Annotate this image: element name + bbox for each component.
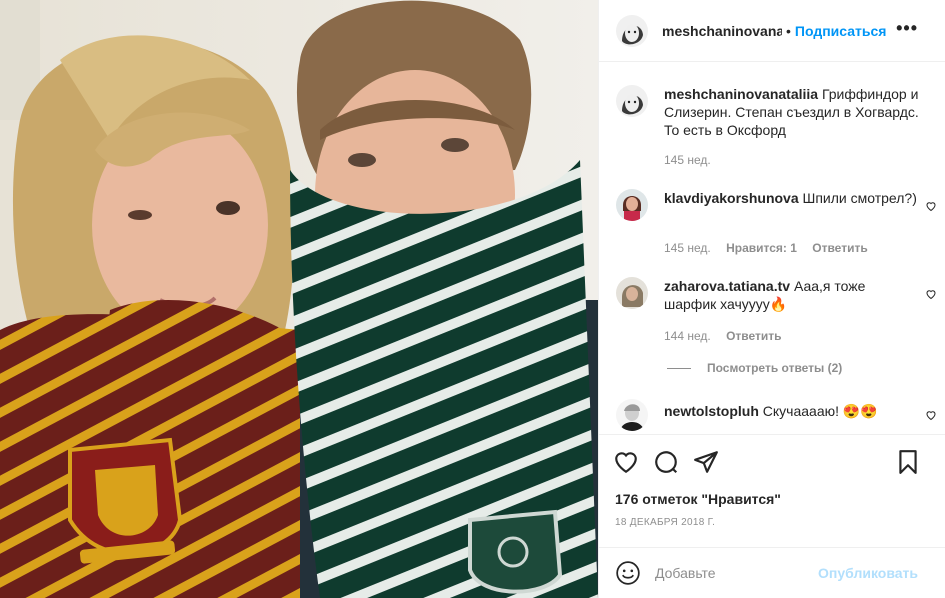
avatar[interactable] bbox=[616, 399, 648, 431]
comment-text: newtolstopluh Скучааааю! 😍😍 bbox=[664, 402, 919, 420]
comment-likes[interactable]: Нравится: 1 bbox=[726, 241, 797, 255]
comment-input[interactable] bbox=[655, 565, 815, 581]
like-comment-icon[interactable] bbox=[925, 409, 937, 421]
smiley-icon[interactable] bbox=[615, 560, 641, 586]
caption-meta: 145 нед. bbox=[664, 153, 723, 167]
follow-button[interactable]: Подписаться bbox=[795, 23, 887, 39]
caption-username[interactable]: meshchaninovanataliia bbox=[664, 86, 818, 102]
like-comment-icon[interactable] bbox=[925, 200, 937, 212]
comment-body: Шпили смотрел?) bbox=[802, 190, 917, 206]
post-header: meshchaninovana • Подписаться ••• bbox=[599, 0, 945, 62]
post-date[interactable]: 18 ДЕКАБРЯ 2018 Г. bbox=[615, 517, 715, 528]
avatar[interactable] bbox=[616, 85, 648, 117]
separator-dot: • bbox=[786, 22, 791, 39]
comment-body: Скучааааю! 😍😍 bbox=[762, 403, 878, 419]
comment-username[interactable]: klavdiyakorshunova bbox=[664, 190, 799, 206]
caption-time[interactable]: 145 нед. bbox=[664, 153, 711, 167]
avatar[interactable] bbox=[616, 189, 648, 221]
comment-meta: 144 нед. Ответить bbox=[664, 329, 794, 343]
reply-button[interactable]: Ответить bbox=[812, 241, 867, 255]
like-comment-icon[interactable] bbox=[925, 288, 937, 300]
view-replies-button[interactable]: Посмотреть ответы (2) bbox=[667, 361, 842, 375]
add-comment-bar: Опубликовать bbox=[599, 547, 945, 598]
side-panel: meshchaninovana • Подписаться ••• meshch… bbox=[598, 0, 945, 598]
more-options-icon[interactable]: ••• bbox=[896, 18, 918, 39]
avatar[interactable] bbox=[616, 277, 648, 309]
comment-text: zaharova.tatiana.tv Ааа,я тоже шарфик ха… bbox=[664, 277, 919, 313]
post-photo[interactable] bbox=[0, 0, 598, 598]
share-icon[interactable] bbox=[693, 449, 719, 475]
reply-button[interactable]: Ответить bbox=[726, 329, 781, 343]
likes-count[interactable]: 176 отметок "Нравится" bbox=[615, 491, 781, 507]
author-username[interactable]: meshchaninovana bbox=[662, 23, 782, 39]
comment-username[interactable]: zaharova.tatiana.tv bbox=[664, 278, 790, 294]
caption-text: meshchaninovanataliia Гриффиндор и Слизе… bbox=[664, 85, 919, 139]
divider-line bbox=[667, 367, 691, 369]
view-replies-label: Посмотреть ответы (2) bbox=[707, 361, 843, 375]
comment-time[interactable]: 145 нед. bbox=[664, 241, 711, 255]
comments-list[interactable]: meshchaninovanataliia Гриффиндор и Слизе… bbox=[599, 63, 945, 433]
comment-time[interactable]: 144 нед. bbox=[664, 329, 711, 343]
avatar[interactable] bbox=[616, 14, 648, 47]
comment-meta: 145 нед. Нравится: 1 Ответить bbox=[664, 241, 880, 255]
comment-username[interactable]: newtolstopluh bbox=[664, 403, 759, 419]
comment-icon[interactable] bbox=[653, 449, 679, 475]
heart-icon[interactable] bbox=[613, 449, 639, 475]
publish-button[interactable]: Опубликовать bbox=[818, 565, 918, 581]
comment-text: klavdiyakorshunova Шпили смотрел?) bbox=[664, 189, 919, 207]
bookmark-icon[interactable] bbox=[895, 449, 921, 475]
selfie-image bbox=[0, 0, 598, 598]
post-modal: meshchaninovana • Подписаться ••• meshch… bbox=[0, 0, 945, 598]
